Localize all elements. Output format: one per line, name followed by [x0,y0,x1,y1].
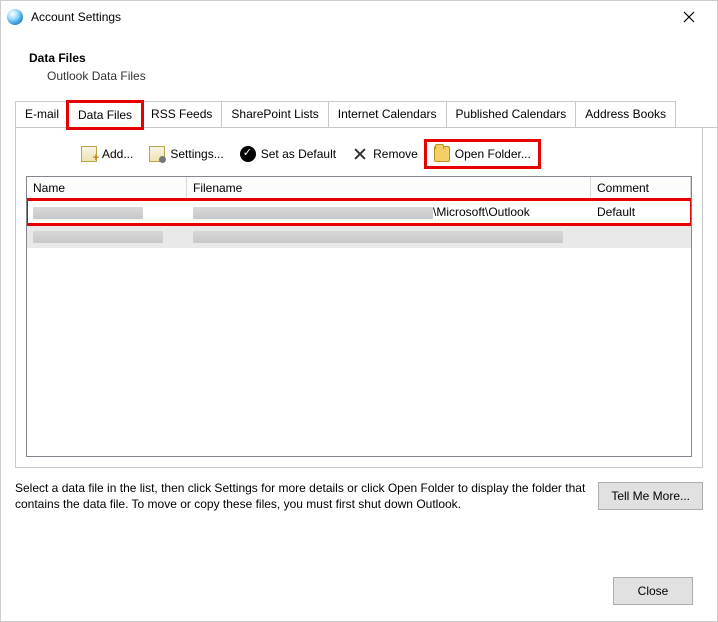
grid-header: Name Filename Comment [27,177,691,200]
close-icon [683,11,695,23]
hint-row: Select a data file in the list, then cli… [15,480,703,512]
cell-filename [187,229,591,243]
set-default-label: Set as Default [261,147,336,161]
tab-strip: E-mail Data Files RSS Feeds SharePoint L… [15,101,717,128]
add-button[interactable]: Add... [74,142,140,166]
column-header-filename[interactable]: Filename [187,177,591,199]
tabpanel-data-files: Add... Settings... Set as Default Remove… [15,128,703,468]
remove-icon [352,146,368,162]
window-title: Account Settings [31,10,669,24]
tab-internet-calendars[interactable]: Internet Calendars [328,101,447,127]
open-folder-label: Open Folder... [455,147,531,161]
titlebar: Account Settings [1,1,717,33]
grid-body: \Microsoft\Outlook Default [27,200,691,248]
toolbar: Add... Settings... Set as Default Remove… [74,142,692,166]
column-header-name[interactable]: Name [27,177,187,199]
cell-name [27,205,187,219]
folder-icon [434,146,450,162]
cell-filename-suffix: \Microsoft\Outlook [433,205,530,219]
table-row[interactable]: \Microsoft\Outlook Default [27,200,691,224]
page-title: Data Files [29,51,717,65]
settings-label: Settings... [170,147,223,161]
header-section: Data Files Outlook Data Files [1,33,717,101]
add-icon [81,146,97,162]
page-subtitle: Outlook Data Files [29,69,717,83]
settings-button[interactable]: Settings... [142,142,230,166]
window-close-button[interactable] [669,3,709,31]
remove-button[interactable]: Remove [345,142,425,166]
dialog-bottom-bar: Close [613,577,693,605]
account-settings-dialog: { "window": { "title": "Account Settings… [1,1,717,621]
tab-rss-feeds[interactable]: RSS Feeds [141,101,222,127]
cell-comment: Default [591,205,691,219]
table-row[interactable] [27,224,691,248]
tab-address-books[interactable]: Address Books [575,101,676,127]
settings-icon [149,146,165,162]
cell-filename: \Microsoft\Outlook [187,205,591,219]
data-files-grid: Name Filename Comment \Microsoft\Outlook… [26,176,692,457]
hint-text: Select a data file in the list, then cli… [15,480,588,512]
tell-me-more-button[interactable]: Tell Me More... [598,482,703,510]
add-label: Add... [102,147,133,161]
tab-email[interactable]: E-mail [15,101,69,127]
column-header-comment[interactable]: Comment [591,177,691,199]
cell-name [27,229,187,243]
open-folder-button[interactable]: Open Folder... [427,142,538,166]
tab-data-files[interactable]: Data Files [68,102,142,128]
tab-sharepoint-lists[interactable]: SharePoint Lists [221,101,328,127]
check-icon [240,146,256,162]
tab-published-calendars[interactable]: Published Calendars [446,101,577,127]
globe-icon [7,9,23,25]
close-button[interactable]: Close [613,577,693,605]
remove-label: Remove [373,147,418,161]
set-default-button[interactable]: Set as Default [233,142,343,166]
